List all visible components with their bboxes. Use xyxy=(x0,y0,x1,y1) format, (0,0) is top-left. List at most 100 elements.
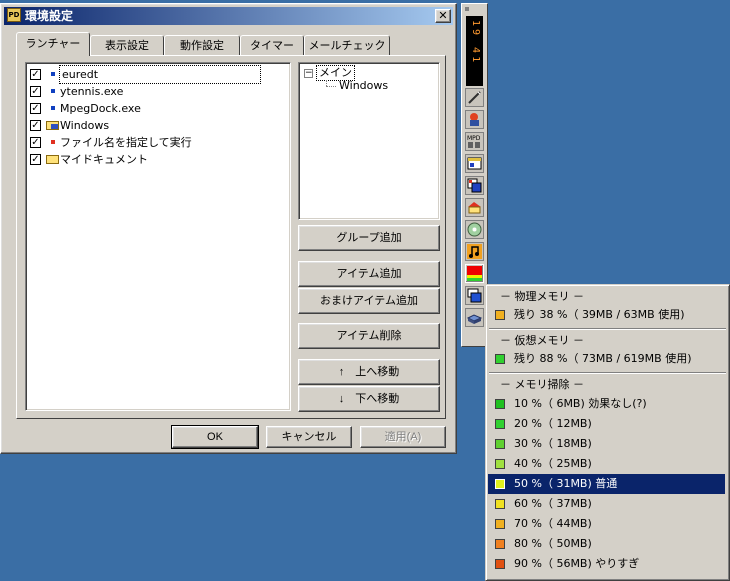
app-icon: PD xyxy=(7,8,21,22)
clean-item-80[interactable]: 80 %（ 50MB) xyxy=(488,534,725,554)
windows-folder-icon xyxy=(46,117,60,134)
tab-mail-check[interactable]: メールチェック xyxy=(304,35,390,55)
virtual-memory-item[interactable]: 残り 88 %（ 73MB / 619MB 使用) xyxy=(488,349,725,369)
tree-connector xyxy=(326,86,336,87)
clean-item-60[interactable]: 60 %（ 37MB) xyxy=(488,494,725,514)
menu-label: 10 %（ 6MB) 効果なし(?) xyxy=(514,397,647,410)
memory-popup-menu: － 物理メモリ － 残り 38 %（ 39MB / 63MB 使用) － 仮想メ… xyxy=(485,284,730,581)
item-checkbox[interactable]: ✓ xyxy=(30,69,41,80)
window-list-icon[interactable] xyxy=(465,176,484,195)
item-checkbox[interactable]: ✓ xyxy=(30,86,41,97)
title-bar[interactable]: PD 環境設定 ✕ xyxy=(4,7,453,25)
settings-dialog: PD 環境設定 ✕ ランチャー 表示設定 動作設定 タイマー メールチェック ✓… xyxy=(0,3,457,454)
dock-clock: 19 41 xyxy=(466,16,483,86)
virtual-memory-header: － 仮想メモリ － xyxy=(500,334,584,347)
menu-label: 残り 38 %（ 39MB / 63MB 使用) xyxy=(514,308,685,321)
color-swatch xyxy=(495,354,505,364)
physical-memory-item[interactable]: 残り 38 %（ 39MB / 63MB 使用) xyxy=(488,305,725,325)
windows-icon[interactable] xyxy=(465,286,484,305)
menu-label: 残り 88 %（ 73MB / 619MB 使用) xyxy=(514,352,692,365)
physical-memory-header: － 物理メモリ － xyxy=(500,290,584,303)
color-swatch xyxy=(495,310,505,320)
color-swatch xyxy=(495,399,505,409)
color-swatch xyxy=(495,479,505,489)
menu-label: 20 %（ 12MB) xyxy=(514,417,592,430)
move-down-button[interactable]: ↓ 下へ移動 xyxy=(298,386,440,412)
tab-display-settings[interactable]: 表示設定 xyxy=(90,35,164,55)
move-up-button[interactable]: ↑ 上へ移動 xyxy=(298,359,440,385)
launcher-item-list[interactable]: ✓ euredt ✓ ytennis.exe ✓ MpegDock.exe ✓ … xyxy=(25,62,291,411)
clean-item-10[interactable]: 10 %（ 6MB) 効果なし(?) xyxy=(488,394,725,414)
menu-label: 50 %（ 31MB) 普通 xyxy=(514,477,618,490)
item-label: Windows xyxy=(60,119,110,132)
menu-label: 70 %（ 44MB) xyxy=(514,517,592,530)
item-label: ファイル名を指定して実行 xyxy=(60,136,192,149)
tree-node-main[interactable]: メイン xyxy=(316,65,355,81)
item-label: MpegDock.exe xyxy=(60,102,141,115)
item-label: ytennis.exe xyxy=(60,85,124,98)
tab-timer[interactable]: タイマー xyxy=(240,35,304,55)
mpd-icon[interactable]: MPD xyxy=(465,132,484,151)
memory-clean-header: － メモリ掃除 － xyxy=(500,378,584,391)
group-tree[interactable]: − メイン Windows xyxy=(298,62,440,220)
tab-label: ランチャー xyxy=(25,37,81,50)
item-checkbox[interactable]: ✓ xyxy=(30,103,41,114)
item-label: マイドキュメント xyxy=(60,153,148,166)
color-swatch xyxy=(495,499,505,509)
tab-behavior-settings[interactable]: 動作設定 xyxy=(164,35,240,55)
clean-item-90[interactable]: 90 %（ 56MB) やりすぎ xyxy=(488,554,725,574)
folder-icon xyxy=(46,151,60,168)
tab-launcher[interactable]: ランチャー xyxy=(16,32,90,56)
tab-label: 動作設定 xyxy=(180,39,224,52)
add-item-button[interactable]: アイテム追加 xyxy=(298,261,440,287)
menu-separator xyxy=(489,328,726,330)
tab-label: タイマー xyxy=(250,39,294,52)
tab-label: メールチェック xyxy=(308,39,386,52)
drive-icon[interactable] xyxy=(465,308,484,327)
window-title: 環境設定 xyxy=(25,9,74,23)
color-swatch xyxy=(495,519,505,529)
menu-label: 40 %（ 25MB) xyxy=(514,457,592,470)
cd-icon[interactable] xyxy=(465,220,484,239)
color-swatch xyxy=(495,419,505,429)
tab-label: 表示設定 xyxy=(105,39,149,52)
clean-item-40[interactable]: 40 %（ 25MB) xyxy=(488,454,725,474)
item-label: euredt xyxy=(59,65,261,84)
dock-grip[interactable] xyxy=(465,7,469,11)
clean-item-30[interactable]: 30 %（ 18MB) xyxy=(488,434,725,454)
tree-collapse-toggle[interactable]: − xyxy=(304,69,313,78)
ok-button[interactable]: OK xyxy=(171,425,259,449)
item-checkbox[interactable]: ✓ xyxy=(30,137,41,148)
clean-item-50[interactable]: 50 %（ 31MB) 普通 xyxy=(488,474,725,494)
add-extra-item-button[interactable]: おまけアイテム追加 xyxy=(298,288,440,314)
item-checkbox[interactable]: ✓ xyxy=(30,120,41,131)
memory-meter-icon[interactable] xyxy=(465,264,484,283)
menu-label: 30 %（ 18MB) xyxy=(514,437,592,450)
exe-icon xyxy=(46,83,60,100)
clean-item-20[interactable]: 20 %（ 12MB) xyxy=(488,414,725,434)
window-app-icon[interactable] xyxy=(465,154,484,173)
clean-item-70[interactable]: 70 %（ 44MB) xyxy=(488,514,725,534)
menu-label: 80 %（ 50MB) xyxy=(514,537,592,550)
color-swatch xyxy=(495,559,505,569)
menu-label: 90 %（ 56MB) やりすぎ xyxy=(514,557,640,570)
launcher-dock: 19 41 MPD xyxy=(461,3,488,347)
menu-separator xyxy=(489,372,726,374)
color-swatch xyxy=(495,459,505,469)
color-swatch xyxy=(495,439,505,449)
menu-label: 60 %（ 37MB) xyxy=(514,497,592,510)
close-button[interactable]: ✕ xyxy=(435,9,451,23)
launcher-tab-panel: ✓ euredt ✓ ytennis.exe ✓ MpegDock.exe ✓ … xyxy=(16,55,446,419)
apply-button[interactable]: 適用(A) xyxy=(360,426,446,448)
item-checkbox[interactable]: ✓ xyxy=(30,154,41,165)
exe-icon xyxy=(46,66,60,83)
add-group-button[interactable]: グループ追加 xyxy=(298,225,440,251)
home-folder-icon[interactable] xyxy=(465,198,484,217)
cancel-button[interactable]: キャンセル xyxy=(266,426,352,448)
tree-node-windows[interactable]: Windows xyxy=(339,79,388,93)
color-swatch xyxy=(495,539,505,549)
pen-icon[interactable] xyxy=(465,88,484,107)
delete-item-button[interactable]: アイテム削除 xyxy=(298,323,440,349)
music-icon[interactable] xyxy=(465,242,484,261)
character-icon[interactable] xyxy=(465,110,484,129)
